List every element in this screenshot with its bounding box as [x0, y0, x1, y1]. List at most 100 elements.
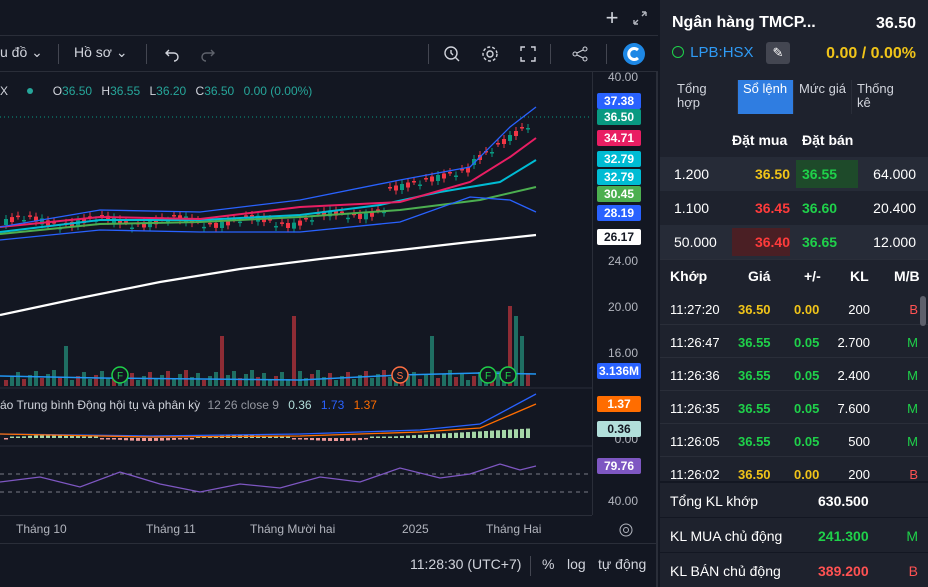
volume-bar	[442, 374, 446, 386]
volume-bar	[202, 380, 206, 386]
legend-high-label: H	[101, 84, 111, 98]
chart-bottombar: 11:28:30 (UTC+7) % log tự động	[0, 543, 658, 587]
candle-body	[442, 173, 446, 179]
macd-histogram-bar	[358, 438, 362, 441]
legend-open-value: 36.50	[62, 84, 93, 98]
profile-button[interactable]: Hồ sơ ⌄	[74, 44, 128, 61]
macd-histogram-bar	[376, 436, 380, 438]
trade-price: 36.55	[738, 434, 771, 449]
chart-plot-area[interactable]: F S F F X O36.50 H36.55 L36.20 C36.50 0.00 …	[0, 72, 592, 515]
volume-bar	[106, 378, 110, 386]
tab-orderbook[interactable]: Sổ lệnh	[738, 80, 794, 114]
axis-settings-icon[interactable]	[614, 518, 638, 542]
tab-label: Mức giá	[799, 81, 846, 96]
trade-time: 11:26:05	[670, 434, 720, 449]
time-label: Tháng Hai	[486, 522, 542, 536]
toolbar-divider	[606, 44, 607, 64]
volume-bar	[130, 373, 134, 386]
log-scale-button[interactable]: log	[567, 556, 586, 572]
macd-value-2: 1.73	[320, 398, 345, 412]
macd-histogram-bar	[22, 436, 26, 438]
summary-side: B	[908, 563, 918, 579]
long-ma-line	[0, 233, 537, 317]
sell-volume: 20.400	[873, 200, 916, 216]
trades-list[interactable]: 11:27:20 36.50 0.00 200 B 11:26:47 36.55 0.05 2.…	[660, 292, 928, 482]
fullscreen-icon[interactable]	[516, 42, 540, 66]
macd-histogram-bar	[424, 434, 428, 438]
macd-histogram-bar	[148, 438, 152, 441]
chart-pane[interactable]: + u đồ ⌄ Hồ sơ ⌄ F S F F X O36.50 H36.55…	[0, 0, 658, 587]
candle-body	[394, 185, 398, 191]
candle-body	[346, 217, 350, 220]
price-axis[interactable]: 40.00 24.00 20.00 16.00 0.00 40.00 37.38…	[592, 70, 658, 515]
candle-body	[400, 184, 404, 190]
volume-bar	[58, 377, 62, 386]
candle-body	[286, 222, 290, 228]
panel-divider	[660, 259, 928, 260]
percent-scale-button[interactable]: %	[542, 556, 554, 572]
edit-pencil-icon[interactable]: ✎	[766, 42, 790, 64]
tab-price-levels[interactable]: Mức giá	[794, 80, 852, 114]
fullscreen-expand-icon[interactable]	[628, 6, 652, 30]
volume-bar	[184, 370, 188, 386]
candle-body	[388, 187, 392, 189]
macd-histogram-bar	[292, 438, 296, 440]
candle-body	[22, 220, 26, 222]
settings-gear-icon[interactable]	[478, 42, 502, 66]
candle-body	[310, 220, 314, 222]
trade-volume: 200	[848, 467, 870, 482]
macd-histogram-bar	[154, 438, 158, 441]
candle-body	[208, 222, 212, 225]
tab-summary[interactable]: Tổng hợp	[672, 80, 738, 114]
macd-histogram-bar	[418, 434, 422, 438]
candle-body	[214, 222, 218, 228]
candle-body	[520, 127, 524, 129]
trades-scrollbar[interactable]	[920, 296, 926, 326]
undo-icon[interactable]	[160, 42, 184, 66]
volume-bar	[22, 379, 26, 386]
trade-price: 36.55	[738, 335, 771, 350]
macd-histogram-bar	[34, 435, 38, 438]
legend-symbol: X	[0, 84, 9, 98]
macd-histogram-bar	[478, 431, 482, 438]
alert-icon[interactable]	[440, 42, 464, 66]
volume-bar	[16, 372, 20, 386]
macd-histogram-bar	[82, 436, 86, 438]
macd-histogram-bar	[172, 438, 176, 440]
volume-bar	[364, 371, 368, 386]
candle-body	[412, 181, 416, 183]
orderbook-row[interactable]: 1.200 36.50 36.55 64.000	[660, 157, 928, 191]
macd-histogram-bar	[334, 438, 338, 441]
candle-body	[4, 219, 8, 225]
share-icon[interactable]	[568, 42, 592, 66]
summary-row: KL MUA chủ động 241.300 M	[660, 518, 928, 553]
candle-body	[436, 175, 440, 181]
volume-bar	[82, 372, 86, 386]
candle-body	[454, 175, 458, 177]
tab-label: Tổng hợp	[677, 81, 707, 110]
time-axis[interactable]: Tháng 10 Tháng 11 Tháng Mười hai 2025 Th…	[0, 515, 633, 543]
macd-histogram-bar	[160, 438, 164, 441]
volume-bar	[334, 380, 338, 386]
macd-histogram-bar	[184, 438, 188, 440]
trade-side: M	[907, 368, 918, 383]
redo-icon[interactable]	[196, 42, 220, 66]
orderbook-row[interactable]: 1.100 36.45 36.60 20.400	[660, 191, 928, 225]
chart-topbar: +	[0, 0, 658, 36]
summary-label: KL MUA chủ động	[670, 528, 783, 544]
tab-statistics[interactable]: Thống kê	[852, 80, 916, 114]
add-icon[interactable]: +	[600, 5, 624, 30]
volume-bar	[208, 376, 212, 386]
chart-canvas[interactable]: FSFF	[0, 72, 592, 515]
orderbook-row[interactable]: 50.000 36.40 36.65 12.000	[660, 225, 928, 259]
volume-bar	[142, 376, 146, 386]
toolbar-divider	[146, 44, 147, 64]
volume-bar	[88, 379, 92, 386]
tab-label: Thống kê	[857, 81, 894, 110]
chart-type-button[interactable]: u đồ ⌄	[0, 44, 43, 61]
auto-scale-button[interactable]: tự động	[598, 556, 646, 572]
ticker-button[interactable]: LPB:HSX	[672, 44, 754, 61]
rsi-line	[0, 463, 537, 493]
trade-volume: 2.700	[837, 335, 870, 350]
candle-body	[418, 184, 422, 186]
